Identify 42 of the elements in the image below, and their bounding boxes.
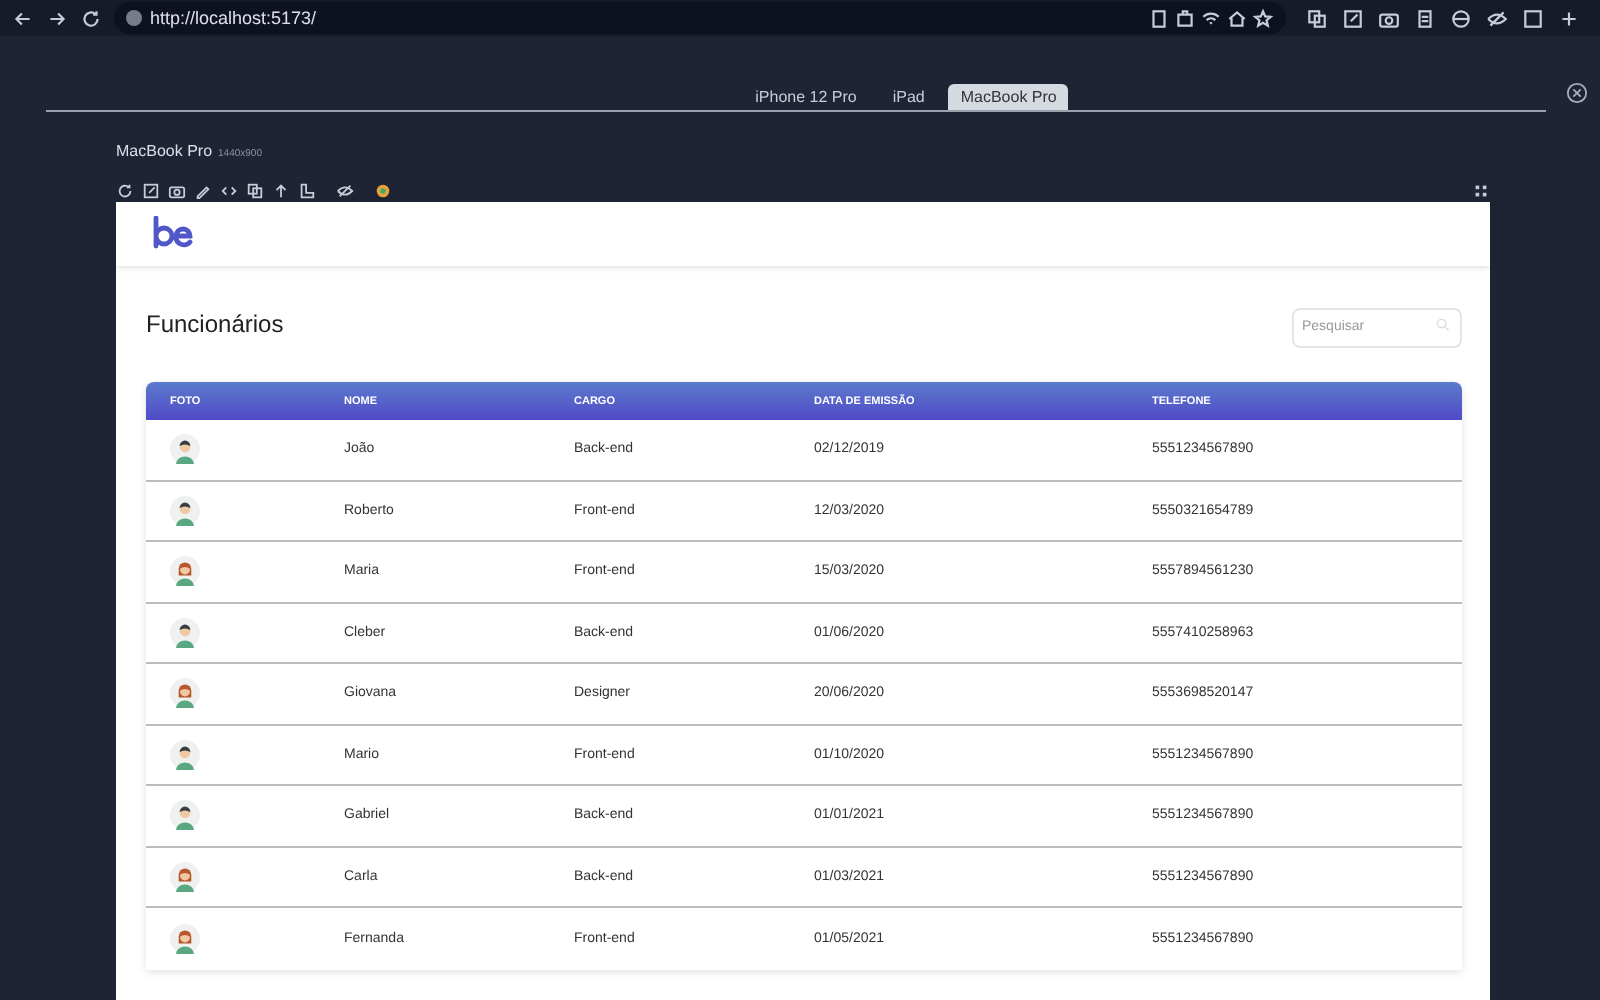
hidden-eye-icon[interactable] (336, 181, 354, 199)
avatar-icon (170, 678, 200, 709)
address-bar[interactable]: http://localhost:5173/ (114, 2, 1286, 34)
edit-icon[interactable] (1342, 7, 1364, 29)
close-icon[interactable] (1566, 82, 1588, 104)
up-arrow-icon[interactable] (272, 181, 290, 199)
document-icon[interactable] (1414, 7, 1436, 29)
url-text: http://localhost:5173/ (150, 8, 319, 28)
avatar-icon (170, 434, 200, 465)
device-tab[interactable]: iPhone 12 Pro (743, 84, 869, 110)
edit-icon[interactable] (142, 181, 160, 199)
avatar-icon (170, 861, 200, 892)
device-tab[interactable]: iPad (880, 84, 937, 110)
logo-icon[interactable] (150, 216, 194, 252)
avatar-icon (170, 923, 200, 954)
device-name: MacBook Pro (116, 142, 213, 160)
page-title: Funcionários (146, 310, 284, 338)
avatar-icon (170, 800, 200, 831)
plus-icon[interactable] (1558, 7, 1580, 29)
grid-icon[interactable] (1472, 181, 1490, 199)
color-wheel-icon[interactable] (374, 181, 392, 199)
wifi-icon[interactable] (1200, 7, 1222, 29)
back-icon[interactable] (12, 7, 34, 29)
device-tab[interactable]: MacBook Pro (948, 84, 1069, 110)
home-icon[interactable] (1226, 7, 1248, 29)
forward-icon[interactable] (46, 7, 68, 29)
star-icon[interactable] (1252, 7, 1274, 29)
hidden-eye-icon[interactable] (1486, 7, 1508, 29)
search-icon (1436, 317, 1450, 331)
avatar-icon (170, 495, 200, 526)
pen-icon[interactable] (194, 181, 212, 199)
code-icon[interactable] (220, 181, 238, 199)
avatar-icon (170, 739, 200, 770)
reload-icon[interactable] (80, 7, 102, 29)
camera-icon[interactable] (168, 181, 186, 199)
copy-icon[interactable] (1306, 7, 1328, 29)
reload-icon[interactable] (116, 181, 134, 199)
avatar-icon (170, 556, 200, 587)
ruler-icon[interactable] (298, 181, 316, 199)
avatar-icon (170, 617, 200, 648)
document-icon[interactable] (1148, 7, 1170, 29)
copy-icon[interactable] (246, 181, 264, 199)
